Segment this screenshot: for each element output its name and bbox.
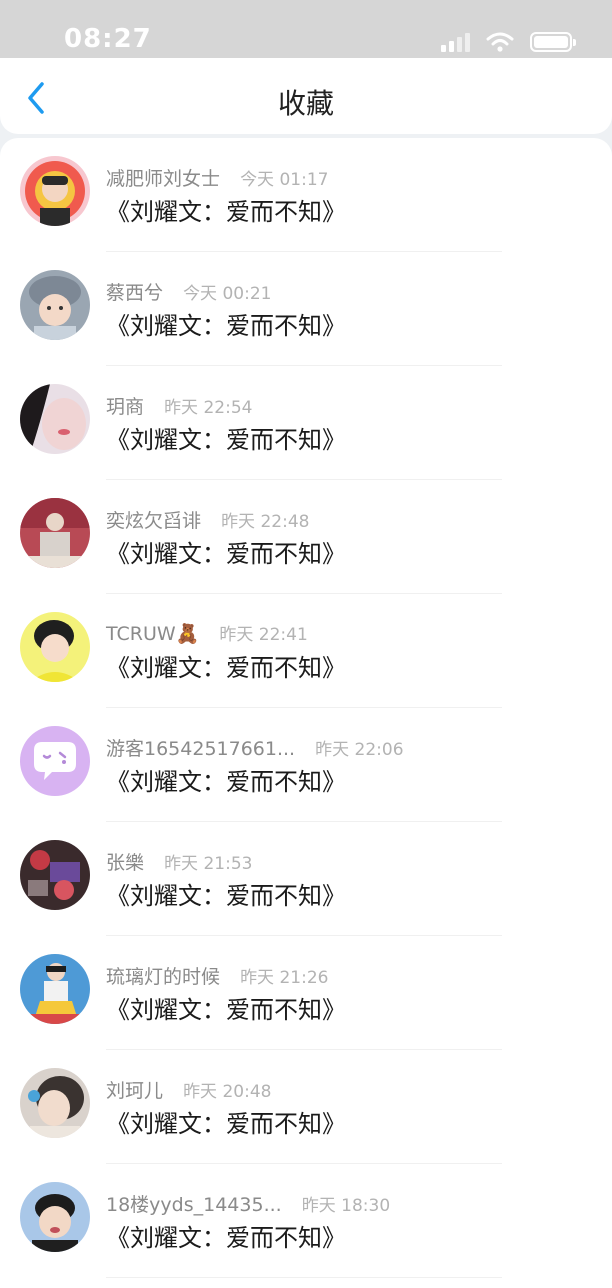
item-meta: TCRUW🧸 昨天 22:41 [106, 620, 308, 645]
avatar[interactable] [20, 612, 90, 682]
nav-header: 收藏 [0, 58, 612, 134]
status-icons [441, 30, 576, 52]
list-item[interactable]: 玥商 昨天 22:54 《刘耀文：爱而不知》 [0, 366, 612, 480]
author-name[interactable]: 玥商 [106, 396, 144, 418]
item-time: 今天 01:17 [240, 170, 329, 190]
item-time: 昨天 18:30 [301, 1196, 391, 1216]
author-name[interactable]: 张樂 [106, 852, 144, 874]
item-title: 《刘耀文：爱而不知》 [106, 768, 346, 796]
item-meta: 18楼yyds_14435... 昨天 18:30 [106, 1190, 390, 1217]
author-name[interactable]: 蔡西兮 [106, 282, 163, 304]
divider [106, 1277, 502, 1278]
item-title: 《刘耀文：爱而不知》 [106, 654, 346, 682]
item-time: 昨天 22:06 [315, 740, 404, 760]
item-title: 《刘耀文：爱而不知》 [106, 882, 346, 910]
item-title: 《刘耀文：爱而不知》 [106, 198, 346, 226]
author-name[interactable]: 游客16542517661... [106, 738, 295, 760]
avatar[interactable] [20, 384, 90, 454]
page-title: 收藏 [277, 87, 334, 120]
list-item[interactable]: 减肥师刘女士 今天 01:17 《刘耀文：爱而不知》 [0, 138, 612, 252]
avatar[interactable] [20, 840, 90, 910]
avatar[interactable] [20, 1182, 90, 1252]
author-name[interactable]: 刘珂儿 [106, 1080, 163, 1102]
favorites-list: 减肥师刘女士 今天 01:17 《刘耀文：爱而不知》 蔡西兮 今天 00:21 … [0, 138, 612, 1288]
item-time: 昨天 20:48 [183, 1082, 272, 1102]
author-name[interactable]: 琉璃灯的时候 [106, 966, 220, 988]
wifi-icon [486, 32, 514, 52]
item-meta: 张樂 昨天 21:53 [106, 848, 252, 875]
status-time: 08:27 [64, 24, 152, 54]
avatar[interactable] [20, 1068, 90, 1138]
list-item[interactable]: 蔡西兮 今天 00:21 《刘耀文：爱而不知》 [0, 252, 612, 366]
list-item[interactable]: 游客16542517661... 昨天 22:06 《刘耀文：爱而不知》 [0, 708, 612, 822]
item-time: 昨天 21:53 [164, 854, 253, 874]
item-time: 昨天 22:48 [221, 512, 310, 532]
signal-icon [441, 30, 470, 52]
chat-bubble-icon [20, 726, 90, 796]
battery-icon [530, 32, 576, 52]
avatar[interactable] [20, 270, 90, 340]
item-title: 《刘耀文：爱而不知》 [106, 312, 346, 340]
item-time: 昨天 22:54 [164, 398, 253, 418]
item-meta: 减肥师刘女士 今天 01:17 [106, 164, 328, 191]
list-item[interactable]: 18楼yyds_14435... 昨天 18:30 《刘耀文：爱而不知》 [0, 1164, 612, 1278]
item-title: 《刘耀文：爱而不知》 [106, 1110, 346, 1138]
item-meta: 玥商 昨天 22:54 [106, 392, 252, 419]
author-name[interactable]: 奕炫欠舀诽 [106, 510, 201, 532]
item-title: 《刘耀文：爱而不知》 [106, 1224, 346, 1252]
item-time: 昨天 22:41 [219, 625, 308, 645]
avatar[interactable] [20, 954, 90, 1024]
author-name[interactable]: TCRUW🧸 [106, 623, 199, 645]
list-item[interactable]: 琉璃灯的时候 昨天 21:26 《刘耀文：爱而不知》 [0, 936, 612, 1050]
avatar[interactable] [20, 498, 90, 568]
list-item[interactable]: 刘珂儿 昨天 20:48 《刘耀文：爱而不知》 [0, 1050, 612, 1164]
item-meta: 蔡西兮 今天 00:21 [106, 278, 271, 305]
item-title: 《刘耀文：爱而不知》 [106, 426, 346, 454]
avatar[interactable] [20, 726, 90, 796]
author-name[interactable]: 18楼yyds_14435... [106, 1194, 282, 1216]
item-meta: 琉璃灯的时候 昨天 21:26 [106, 962, 328, 989]
item-title: 《刘耀文：爱而不知》 [106, 996, 346, 1024]
item-time: 今天 00:21 [183, 284, 272, 304]
item-meta: 游客16542517661... 昨天 22:06 [106, 734, 404, 761]
item-meta: 刘珂儿 昨天 20:48 [106, 1076, 271, 1103]
list-item[interactable]: TCRUW🧸 昨天 22:41 《刘耀文：爱而不知》 [0, 594, 612, 708]
avatar[interactable] [20, 156, 90, 226]
list-item[interactable]: 奕炫欠舀诽 昨天 22:48 《刘耀文：爱而不知》 [0, 480, 612, 594]
author-name[interactable]: 减肥师刘女士 [106, 168, 220, 190]
item-time: 昨天 21:26 [240, 968, 329, 988]
list-item[interactable]: 张樂 昨天 21:53 《刘耀文：爱而不知》 [0, 822, 612, 936]
item-meta: 奕炫欠舀诽 昨天 22:48 [106, 506, 309, 533]
status-bar: 08:27 [0, 0, 612, 58]
item-title: 《刘耀文：爱而不知》 [106, 540, 346, 568]
